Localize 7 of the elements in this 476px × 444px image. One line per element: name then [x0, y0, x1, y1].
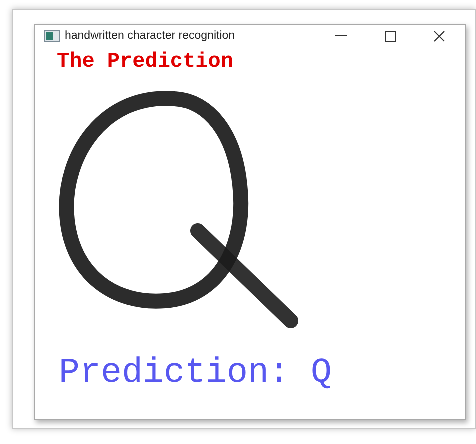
heading-text: The Prediction — [57, 51, 234, 75]
prediction-text: Prediction: Q — [59, 353, 332, 393]
minimize-icon[interactable] — [335, 35, 347, 37]
maximize-icon[interactable] — [385, 30, 396, 42]
app-icon — [44, 30, 60, 42]
window-title: handwritten character recognition — [65, 30, 236, 42]
close-icon[interactable] — [434, 30, 445, 42]
